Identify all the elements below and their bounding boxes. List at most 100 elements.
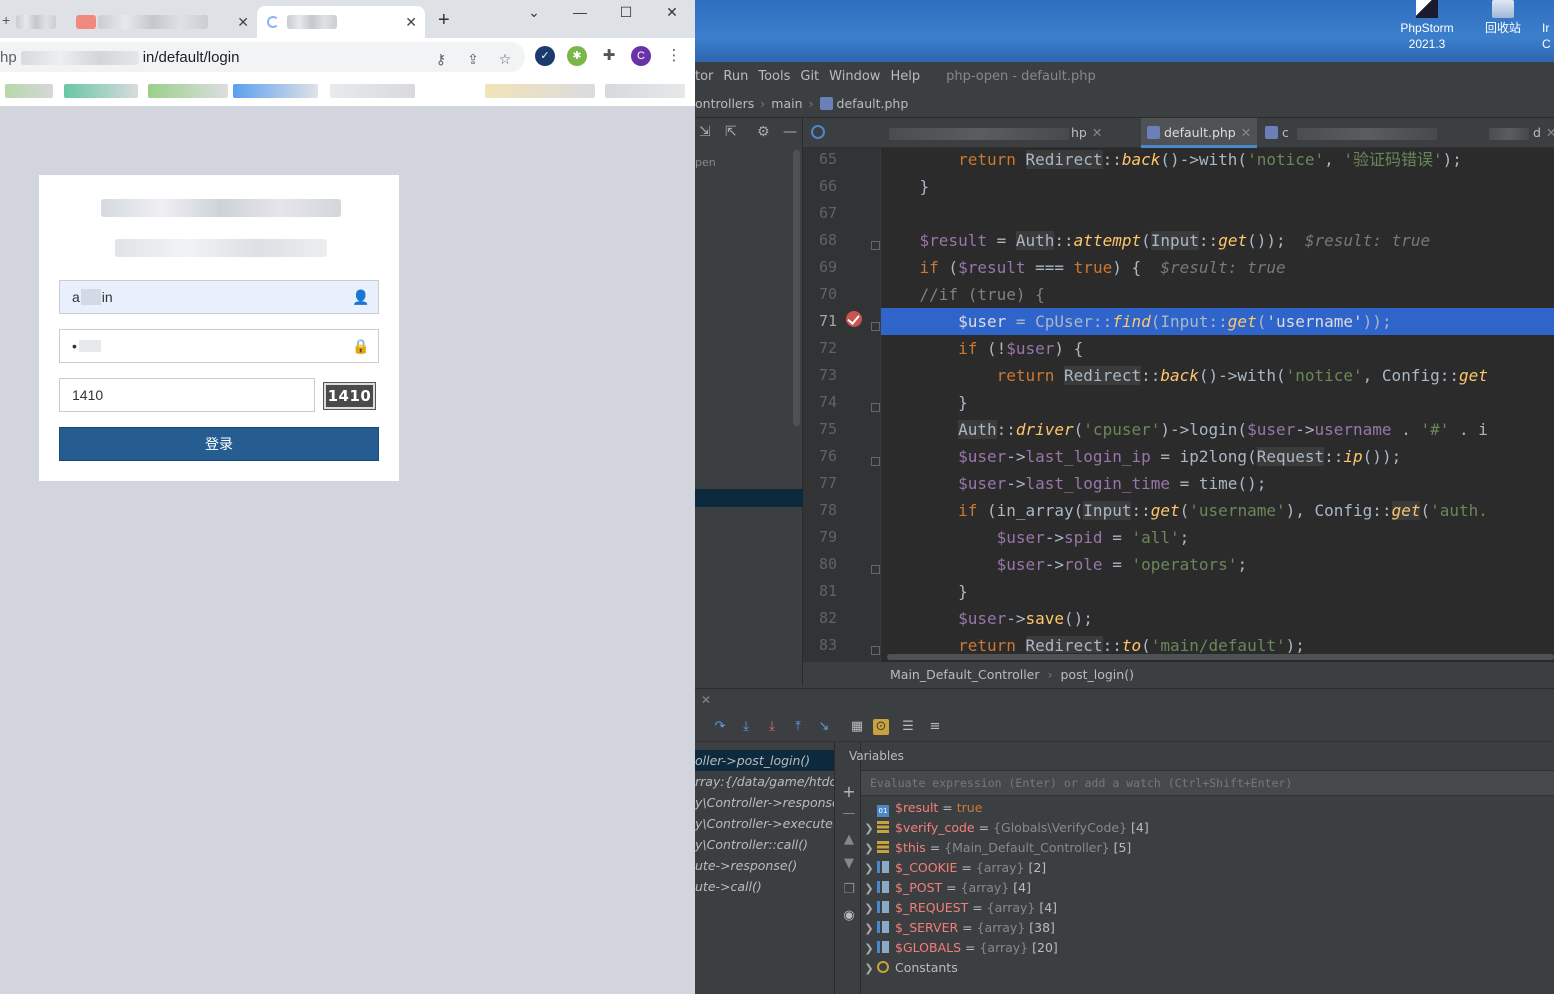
nav-default-php[interactable]: default.php — [837, 96, 909, 111]
evaluate-expression-input[interactable]: Evaluate expression (Enter) or add a wat… — [861, 770, 1554, 796]
chevron-right-icon[interactable]: ❯ — [861, 879, 877, 899]
nav-controllers[interactable]: ontrollers — [695, 96, 754, 111]
breadcrumb-method[interactable]: post_login() — [1061, 667, 1134, 682]
captcha-image[interactable]: 1410 — [323, 382, 376, 410]
fold-marker-icon[interactable] — [871, 457, 880, 466]
password-input[interactable]: • 🔒 — [59, 329, 379, 363]
browser-tab-active[interactable]: ✕ — [257, 6, 425, 38]
variable-row[interactable]: ❯ $verify_code = {Globals\VerifyCode} [4] — [861, 818, 1148, 839]
menu-tools[interactable]: Tools — [758, 69, 790, 84]
frame-item[interactable]: y\Controller::call() — [695, 834, 834, 855]
fold-marker-icon[interactable] — [871, 322, 880, 331]
gear-icon[interactable]: ⚙ — [757, 124, 770, 140]
close-icon[interactable]: ✕ — [1092, 125, 1102, 140]
menu-run[interactable]: Run — [723, 69, 748, 84]
bookmark-item[interactable] — [330, 84, 415, 98]
add-watch-icon[interactable]: + — [842, 782, 856, 801]
collapse-all-icon[interactable]: ⇱ — [725, 124, 737, 140]
variable-row[interactable]: ❯ $_REQUEST = {array} [4] — [861, 898, 1057, 918]
desktop-icon-recycle-bin[interactable]: 回收站 — [1481, 0, 1525, 36]
captcha-input[interactable]: 1410 — [59, 378, 315, 412]
editor-tab-d[interactable]: d ✕ — [1483, 118, 1554, 148]
bookmark-item[interactable] — [485, 84, 595, 98]
variable-row[interactable]: ❯ $_COOKIE = {array} [2] — [861, 858, 1046, 878]
breadcrumb-class[interactable]: Main_Default_Controller — [890, 667, 1040, 682]
menu-navigate[interactable]: tor — [695, 69, 713, 84]
desktop-icon-partial[interactable]: Ir C — [1542, 0, 1554, 52]
copy-icon[interactable]: ❐ — [842, 882, 856, 897]
username-input[interactable]: a in 👤 — [59, 280, 379, 314]
chevron-right-icon[interactable]: ❯ — [861, 839, 877, 859]
variable-row[interactable]: ❯ $_SERVER = {array} [38] — [861, 918, 1055, 938]
extensions-puzzle-icon[interactable]: ✚ — [599, 46, 619, 66]
frame-item[interactable]: oller->post_login() — [695, 750, 834, 771]
editor-horizontal-scrollbar[interactable] — [887, 653, 1554, 661]
bookmark-item[interactable] — [5, 84, 53, 98]
evaluate-expression-icon[interactable]: ▦ — [849, 719, 865, 735]
fold-marker-icon[interactable] — [871, 241, 880, 250]
step-over-icon[interactable]: ↷ — [712, 719, 728, 735]
move-down-icon[interactable]: ▼ — [842, 856, 856, 871]
fold-marker-icon[interactable] — [871, 646, 880, 655]
maximize-button[interactable]: ☐ — [611, 4, 641, 20]
expand-all-icon[interactable]: ⇲ — [699, 124, 711, 140]
project-selected-item[interactable] — [695, 489, 803, 507]
chevron-right-icon[interactable]: ❯ — [861, 959, 877, 979]
nav-main[interactable]: main — [771, 96, 802, 111]
breakpoint-icon[interactable] — [846, 311, 862, 327]
editor-tab[interactable] — [805, 118, 1075, 148]
chevron-right-icon[interactable]: ❯ — [861, 899, 877, 919]
variable-row[interactable]: ❯ $this = {Main_Default_Controller} [5] — [861, 838, 1131, 858]
close-icon[interactable]: ✕ — [1241, 125, 1251, 140]
chevron-right-icon[interactable]: ❯ — [861, 859, 877, 879]
chevron-right-icon[interactable]: ❯ — [861, 919, 877, 939]
chevron-right-icon[interactable]: ❯ — [861, 939, 877, 959]
code-editor[interactable]: return Redirect::back()->with('notice', … — [881, 148, 1554, 713]
chevron-right-icon[interactable]: ❯ — [861, 819, 877, 839]
watch-icon[interactable]: ⊙ — [873, 719, 889, 735]
editor-tab-hp[interactable]: hp ✕ — [1065, 118, 1108, 148]
force-step-into-icon[interactable]: ⤓ — [764, 719, 780, 735]
close-tab-icon[interactable]: ✕ — [405, 14, 417, 31]
fold-marker-icon[interactable] — [871, 565, 880, 574]
desktop-icon-phpstorm[interactable]: PhpStorm 2021.3 — [1395, 0, 1459, 52]
more-menu-icon[interactable]: ⋮ — [664, 46, 684, 66]
remove-watch-icon[interactable]: — — [842, 806, 856, 821]
share-icon[interactable]: ⇪ — [465, 51, 481, 67]
settings-list-icon[interactable]: ≡ — [927, 719, 943, 735]
profile-avatar[interactable]: C — [631, 46, 651, 66]
variable-row[interactable]: ❯ Constants — [861, 958, 957, 979]
new-tab-button[interactable]: + — [438, 10, 450, 30]
frame-item[interactable]: y\Controller->execute() — [695, 813, 834, 834]
step-out-icon[interactable]: ⤒ — [790, 719, 806, 735]
project-scrollbar[interactable] — [793, 150, 800, 426]
frame-item[interactable]: ute->call() — [695, 876, 834, 897]
variable-row[interactable]: 01 $result = true — [861, 798, 982, 818]
editor-gutter[interactable]: 65 66 67 68 69 70 71 72 73 74 75 76 77 7… — [803, 148, 881, 713]
run-to-cursor-icon[interactable]: ↘ — [816, 719, 832, 735]
step-into-icon[interactable]: ⤓ — [738, 719, 754, 735]
list-icon[interactable]: ☰ — [900, 719, 916, 735]
browser-tab[interactable]: + ✕ — [0, 6, 257, 38]
frame-item[interactable]: y\Controller->response() — [695, 792, 834, 813]
eye-icon[interactable]: ◉ — [842, 908, 856, 923]
bookmark-item[interactable] — [148, 84, 228, 98]
editor-tab-default-php[interactable]: default.php ✕ — [1141, 118, 1258, 148]
bookmark-item[interactable] — [605, 84, 685, 98]
variable-row[interactable]: ❯ $GLOBALS = {array} [20] — [861, 938, 1057, 959]
menu-window[interactable]: Window — [829, 69, 880, 84]
variable-row[interactable]: ❯ $_POST = {array} [4] — [861, 878, 1031, 898]
tab-search-icon[interactable]: ⌄ — [519, 4, 549, 20]
editor-tab-c[interactable]: c — [1259, 118, 1443, 148]
bookmark-item[interactable] — [64, 84, 138, 98]
extension-bug-icon[interactable]: ✱ — [567, 46, 587, 66]
project-root-label[interactable]: pen — [695, 156, 716, 169]
menu-git[interactable]: Git — [800, 69, 819, 84]
hide-icon[interactable]: — — [783, 124, 797, 140]
bookmark-star-icon[interactable]: ☆ — [497, 51, 513, 67]
close-icon[interactable]: ✕ — [701, 693, 711, 707]
extension-check-icon[interactable]: ✓ — [535, 46, 555, 66]
fold-marker-icon[interactable] — [871, 403, 880, 412]
url-text[interactable]: hp in/default/login — [0, 49, 239, 66]
frame-item[interactable]: ute->response() — [695, 855, 834, 876]
